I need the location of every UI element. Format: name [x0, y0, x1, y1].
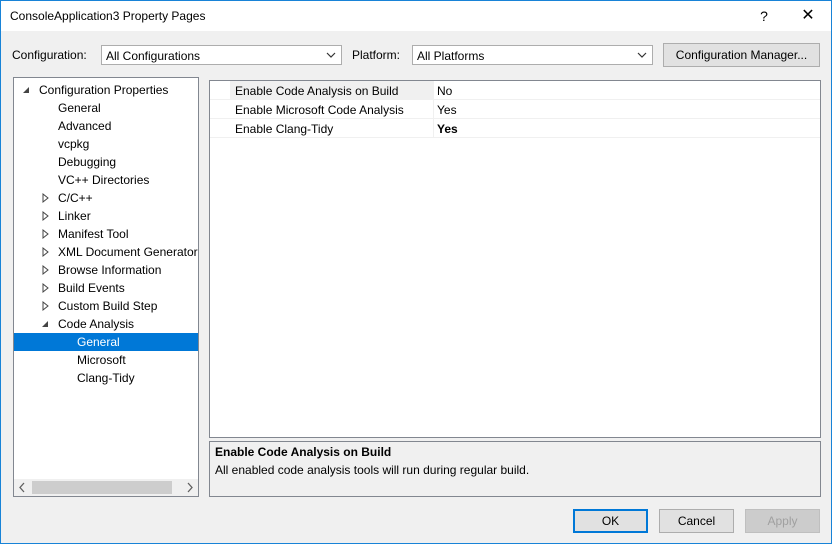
- window-title: ConsoleApplication3 Property Pages: [10, 9, 206, 23]
- tree-item[interactable]: XML Document Generator: [14, 243, 198, 261]
- tree-item[interactable]: Custom Build Step: [14, 297, 198, 315]
- tree-item[interactable]: General: [14, 99, 198, 117]
- property-name: Enable Clang-Tidy: [235, 122, 334, 136]
- horizontal-scrollbar[interactable]: [14, 479, 198, 496]
- collapsed-triangle-icon[interactable]: [41, 297, 51, 315]
- property-pages-dialog: ConsoleApplication3 Property Pages ? ✕ C…: [0, 0, 832, 544]
- tree-item[interactable]: Browse Information: [14, 261, 198, 279]
- property-tree[interactable]: Configuration Properties General Advanced v…: [13, 77, 199, 497]
- collapsed-triangle-icon[interactable]: [41, 243, 51, 261]
- tree-item[interactable]: VC++ Directories: [14, 171, 198, 189]
- tree-item-label: Debugging: [58, 155, 117, 169]
- column-divider: [433, 100, 434, 119]
- collapsed-triangle-icon[interactable]: [41, 207, 51, 225]
- collapsed-triangle-icon[interactable]: [41, 261, 51, 279]
- cancel-button[interactable]: Cancel: [659, 509, 734, 533]
- tree-item-label: Microsoft: [77, 353, 126, 367]
- property-name: Enable Microsoft Code Analysis: [235, 103, 404, 117]
- tree-item-label: Build Events: [58, 281, 125, 295]
- tree-item[interactable]: Build Events: [14, 279, 198, 297]
- expanded-triangle-icon[interactable]: [41, 315, 51, 333]
- collapsed-triangle-icon[interactable]: [41, 225, 51, 243]
- tree-item[interactable]: Microsoft: [14, 351, 198, 369]
- property-value[interactable]: Yes: [437, 103, 457, 117]
- close-button[interactable]: ✕: [786, 1, 830, 31]
- tree-item-label: Linker: [58, 209, 91, 223]
- platform-value: All Platforms: [417, 49, 485, 63]
- scroll-left-icon[interactable]: [14, 479, 31, 496]
- property-value[interactable]: No: [437, 84, 452, 98]
- title-bar: ConsoleApplication3 Property Pages ? ✕: [1, 1, 831, 31]
- scrollbar-thumb[interactable]: [32, 481, 172, 494]
- configuration-label: Configuration:: [12, 48, 87, 62]
- configuration-manager-button[interactable]: Configuration Manager...: [663, 43, 820, 67]
- property-grid[interactable]: Enable Code Analysis on Build No Enable Mi…: [209, 80, 821, 438]
- tree-item-label: Custom Build Step: [58, 299, 158, 313]
- scroll-right-icon[interactable]: [181, 479, 198, 496]
- description-title: Enable Code Analysis on Build: [215, 445, 392, 459]
- tree-item-label: General: [58, 101, 101, 115]
- chevron-down-icon: [637, 52, 647, 58]
- tree-item[interactable]: Debugging: [14, 153, 198, 171]
- tree-item-label: C/C++: [58, 191, 93, 205]
- collapsed-triangle-icon[interactable]: [41, 189, 51, 207]
- tree-item-label: General: [77, 335, 120, 349]
- tree-item[interactable]: Code Analysis: [14, 315, 198, 333]
- tree-item-label: VC++ Directories: [58, 173, 150, 187]
- apply-button[interactable]: Apply: [745, 509, 820, 533]
- tree-item-label: Code Analysis: [58, 317, 135, 331]
- platform-label: Platform:: [352, 48, 401, 62]
- tree-item-label: Browse Information: [58, 263, 162, 277]
- property-row[interactable]: Enable Microsoft Code Analysis Yes: [210, 100, 820, 119]
- ok-button[interactable]: OK: [573, 509, 648, 533]
- tree-item[interactable]: vcpkg: [14, 135, 198, 153]
- collapsed-triangle-icon[interactable]: [41, 279, 51, 297]
- configuration-dropdown[interactable]: All Configurations: [101, 45, 342, 65]
- tree-item[interactable]: Advanced: [14, 117, 198, 135]
- expanded-triangle-icon[interactable]: [22, 81, 32, 99]
- property-name: Enable Code Analysis on Build: [235, 84, 399, 98]
- column-divider: [433, 81, 434, 100]
- description-panel: Enable Code Analysis on Build All enable…: [209, 441, 821, 497]
- chevron-down-icon: [326, 52, 336, 58]
- tree-item-label: XML Document Generator: [58, 245, 198, 259]
- help-button[interactable]: ?: [742, 1, 786, 31]
- tree-item-label: vcpkg: [58, 137, 90, 151]
- configuration-value: All Configurations: [106, 49, 201, 63]
- property-row[interactable]: Enable Clang-Tidy Yes: [210, 119, 820, 138]
- tree-item[interactable]: Clang-Tidy: [14, 369, 198, 387]
- tree-item[interactable]: C/C++: [14, 189, 198, 207]
- column-divider: [433, 119, 434, 138]
- tree-item-label: Configuration Properties: [39, 83, 169, 97]
- description-body: All enabled code analysis tools will run…: [215, 463, 530, 477]
- tree-item[interactable]: Linker: [14, 207, 198, 225]
- tree-item-label: Manifest Tool: [58, 227, 129, 241]
- property-value[interactable]: Yes: [437, 122, 458, 136]
- tree-item[interactable]: Configuration Properties: [14, 81, 198, 99]
- tree-item[interactable]: General: [14, 333, 198, 351]
- tree-item[interactable]: Manifest Tool: [14, 225, 198, 243]
- property-row[interactable]: Enable Code Analysis on Build No: [210, 81, 820, 100]
- platform-dropdown[interactable]: All Platforms: [412, 45, 653, 65]
- tree-item-label: Clang-Tidy: [77, 371, 135, 385]
- tree-item-label: Advanced: [58, 119, 112, 133]
